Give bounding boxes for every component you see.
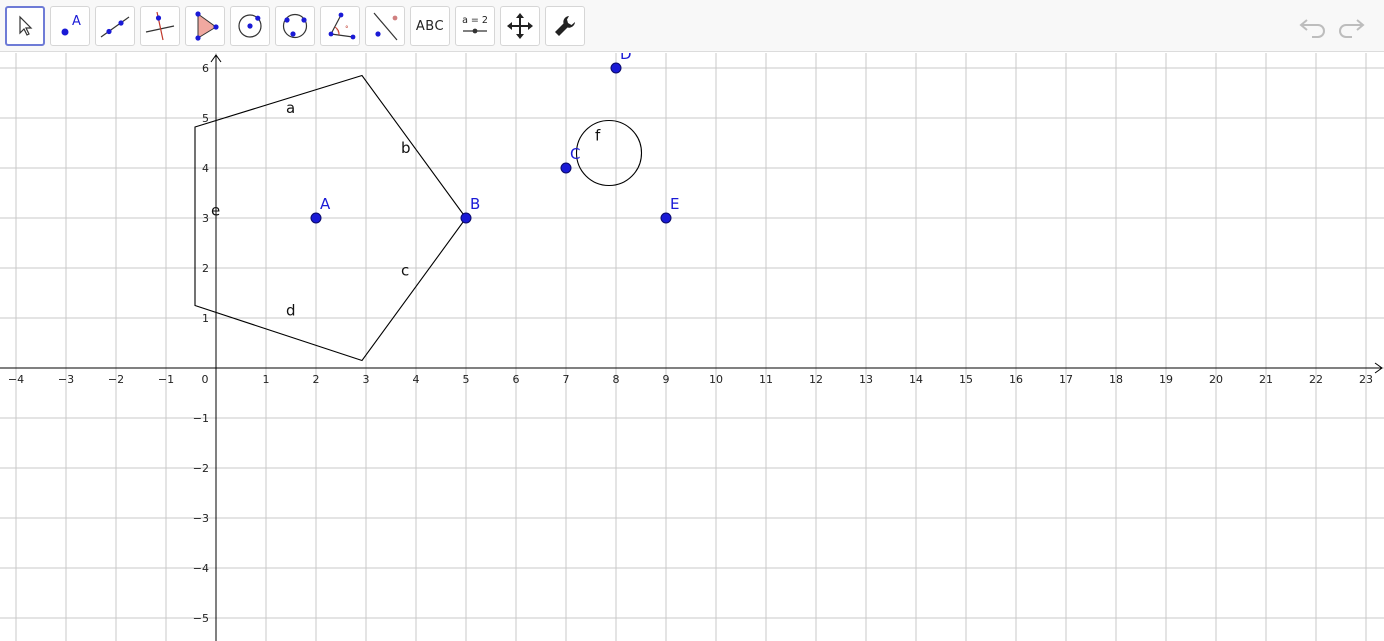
redo-icon [1339,19,1365,38]
move-graphics-tool-button[interactable] [500,6,540,46]
x-tick-label: 17 [1059,373,1073,386]
segment-label-e: e [211,202,220,220]
x-tick-label: 20 [1209,373,1223,386]
move-tool-button[interactable] [5,6,45,46]
cursor-arrow-icon [19,15,33,36]
svg-text:°: ° [345,25,349,33]
x-tick-label: −1 [158,373,174,386]
segment-label-d: d [286,302,296,320]
y-tick-label: −5 [193,612,209,625]
undo-icon [1299,19,1325,38]
segment-label-c: c [401,262,409,280]
circle-center-point-icon [238,14,262,38]
point-icon: A [61,14,81,36]
angle-icon: ° [328,12,356,40]
wrench-icon [555,16,575,36]
segment-label-b: b [401,139,411,157]
settings-tool-button[interactable] [545,6,585,46]
x-tick-label: 18 [1109,373,1123,386]
x-tick-label: 13 [859,373,873,386]
polygon-icon [195,11,219,41]
y-tick-label: −1 [193,412,209,425]
perpendicular-tool-button[interactable] [140,6,180,46]
x-tick-label: −4 [8,373,24,386]
x-tick-label: 23 [1359,373,1373,386]
object-labels: a b c d e f A B C D E [211,53,679,320]
y-tick-label: 2 [202,262,209,275]
svg-text:A: A [72,14,81,29]
coordinate-plane[interactable]: −4 −3 −2 −1 0 1 2 3 4 5 6 7 8 9 10 11 12 13 14 15 16 17 18 19 20… [0,53,1384,641]
text-tool-button[interactable]: ABC [410,6,450,46]
point-C[interactable] [560,162,572,174]
x-tick-label: 15 [959,373,973,386]
x-tick-label: 2 [313,373,320,386]
point-label-A: A [320,195,331,213]
x-axis-tick-labels: −4 −3 −2 −1 0 1 2 3 4 5 6 7 8 9 10 11 12 13 14 15 16 17 18 19 20… [8,373,1373,386]
x-tick-label: 7 [563,373,570,386]
y-tick-label: −3 [193,512,209,525]
point-E[interactable] [660,212,672,224]
point-label-D: D [620,53,632,63]
y-tick-label: 3 [202,212,209,225]
graphics-view[interactable]: −4 −3 −2 −1 0 1 2 3 4 5 6 7 8 9 10 11 12 13 14 15 16 17 18 19 20… [0,53,1384,641]
x-tick-label: 0 [202,373,209,386]
toolbar: A ° ABC a = 2 [0,0,1384,52]
reflect-about-line-icon [373,12,398,41]
point-label-E: E [670,195,679,213]
x-tick-label: 8 [613,373,620,386]
x-tick-label: 11 [759,373,773,386]
circle-tool-button[interactable] [230,6,270,46]
point-A[interactable] [310,212,322,224]
circle-three-points-icon [282,13,308,39]
x-tick-label: 9 [663,373,670,386]
x-tick-label: 4 [413,373,420,386]
slider-tool-button[interactable]: a = 2 [455,6,495,46]
line-tool-button[interactable] [95,6,135,46]
line-through-points-icon [100,16,130,38]
geogebra-app: A ° ABC a = 2 −4 −3 −2 −1 0 1 2 3 4 5 6 … [0,0,1384,641]
slider-icon: a = 2 [462,15,488,34]
grid [0,53,1384,641]
circle-label-f: f [595,127,601,145]
text-icon: ABC [415,18,445,34]
svg-text:a = 2: a = 2 [462,15,488,26]
y-tick-label: 4 [202,162,209,175]
segment-label-a: a [286,99,295,117]
x-tick-label: 5 [463,373,470,386]
angle-tool-button[interactable]: ° [320,6,360,46]
x-tick-label: 21 [1259,373,1273,386]
x-tick-label: 22 [1309,373,1323,386]
point-label-B: B [470,195,480,213]
y-tick-label: −2 [193,462,209,475]
x-tick-label: 12 [809,373,823,386]
y-tick-label: 6 [202,62,209,75]
point-D[interactable] [610,62,622,74]
x-tick-label: 14 [909,373,923,386]
point-label-C: C [570,145,580,163]
undo-button[interactable] [1297,12,1329,40]
x-tick-label: 19 [1159,373,1173,386]
circle-f[interactable] [575,119,643,187]
y-tick-label: 1 [202,312,209,325]
x-tick-label: −2 [108,373,124,386]
point-tool-button[interactable]: A [50,6,90,46]
redo-button[interactable] [1335,12,1367,40]
x-tick-label: −3 [58,373,74,386]
x-tick-label: 6 [513,373,520,386]
polygon-tool-button[interactable] [185,6,225,46]
reflect-tool-button[interactable] [365,6,405,46]
y-tick-label: −4 [193,562,209,575]
axes [0,54,1383,641]
point-B[interactable] [460,212,472,224]
x-tick-label: 16 [1009,373,1023,386]
x-tick-label: 1 [263,373,270,386]
perpendicular-line-icon [145,11,175,41]
move-graphics-view-icon [507,13,533,39]
x-tick-label: 10 [709,373,723,386]
circle-three-points-tool-button[interactable] [275,6,315,46]
x-tick-label: 3 [363,373,370,386]
